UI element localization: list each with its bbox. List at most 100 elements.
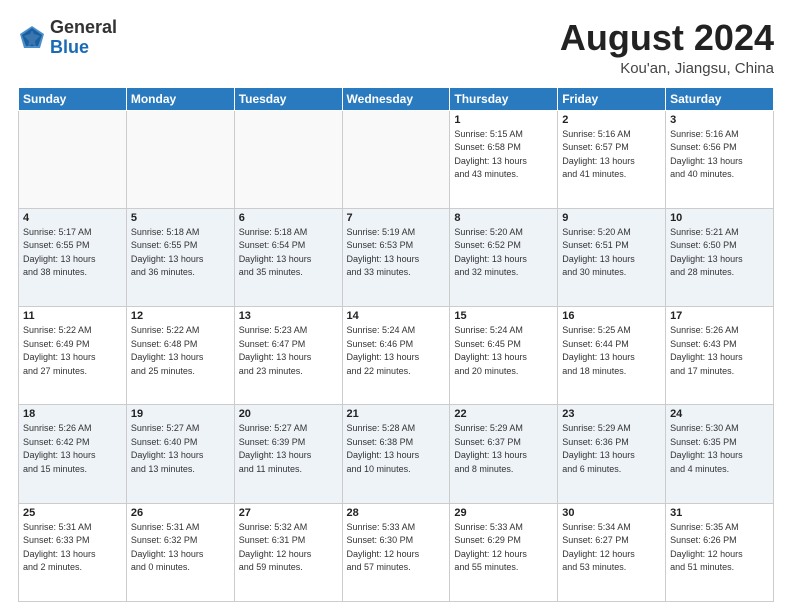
day-cell: 16 Sunrise: 5:25 AM Sunset: 6:44 PM Dayli…	[558, 307, 666, 405]
day-info: Sunrise: 5:22 AM Sunset: 6:48 PM Dayligh…	[131, 324, 230, 378]
day-info: Sunrise: 5:33 AM Sunset: 6:29 PM Dayligh…	[454, 521, 553, 575]
day-cell: 8 Sunrise: 5:20 AM Sunset: 6:52 PM Daylig…	[450, 208, 558, 306]
day-cell	[126, 110, 234, 208]
day-info: Sunrise: 5:15 AM Sunset: 6:58 PM Dayligh…	[454, 128, 553, 182]
day-cell: 23Sunrise: 5:29 AM Sunset: 6:36 PM Dayli…	[558, 405, 666, 503]
day-info: Sunrise: 5:34 AM Sunset: 6:27 PM Dayligh…	[562, 521, 661, 575]
day-info: Sunrise: 5:21 AM Sunset: 6:50 PM Dayligh…	[670, 226, 769, 280]
day-cell: 12Sunrise: 5:22 AM Sunset: 6:48 PM Dayli…	[126, 307, 234, 405]
day-info: Sunrise: 5:20 AM Sunset: 6:52 PM Dayligh…	[454, 226, 553, 280]
day-cell: 10 Sunrise: 5:21 AM Sunset: 6:50 PM Dayli…	[666, 208, 774, 306]
day-info: Sunrise: 5:31 AM Sunset: 6:32 PM Dayligh…	[131, 521, 230, 575]
day-info: Sunrise: 5:25 AM Sunset: 6:44 PM Dayligh…	[562, 324, 661, 378]
header: General Blue August 2024 Kou'an, Jiangsu…	[18, 18, 774, 77]
day-cell: 13 Sunrise: 5:23 AM Sunset: 6:47 PM Dayli…	[234, 307, 342, 405]
location: Kou'an, Jiangsu, China	[560, 60, 774, 77]
day-cell: 15 Sunrise: 5:24 AM Sunset: 6:45 PM Dayli…	[450, 307, 558, 405]
col-header-tuesday: Tuesday	[234, 87, 342, 110]
day-number: 6	[239, 212, 338, 224]
day-number: 22	[454, 408, 553, 420]
day-info: Sunrise: 5:31 AM Sunset: 6:33 PM Dayligh…	[23, 521, 122, 575]
day-number: 14	[347, 310, 446, 322]
day-cell	[234, 110, 342, 208]
day-cell: 2 Sunrise: 5:16 AM Sunset: 6:57 PM Daylig…	[558, 110, 666, 208]
day-cell: 22 Sunrise: 5:29 AM Sunset: 6:37 PM Dayli…	[450, 405, 558, 503]
day-cell: 3 Sunrise: 5:16 AM Sunset: 6:56 PM Daylig…	[666, 110, 774, 208]
day-cell: 18Sunrise: 5:26 AM Sunset: 6:42 PM Dayli…	[19, 405, 127, 503]
day-info: Sunrise: 5:19 AM Sunset: 6:53 PM Dayligh…	[347, 226, 446, 280]
day-cell: 28 Sunrise: 5:33 AM Sunset: 6:30 PM Dayli…	[342, 503, 450, 601]
day-number: 10	[670, 212, 769, 224]
day-info: Sunrise: 5:29 AM Sunset: 6:37 PM Dayligh…	[454, 422, 553, 476]
day-number: 7	[347, 212, 446, 224]
day-number: 24	[670, 408, 769, 420]
col-header-thursday: Thursday	[450, 87, 558, 110]
day-cell: 14Sunrise: 5:24 AM Sunset: 6:46 PM Dayli…	[342, 307, 450, 405]
logo-text: General Blue	[50, 18, 117, 58]
day-info: Sunrise: 5:35 AM Sunset: 6:26 PM Dayligh…	[670, 521, 769, 575]
day-cell	[19, 110, 127, 208]
col-header-friday: Friday	[558, 87, 666, 110]
day-number: 13	[239, 310, 338, 322]
calendar: SundayMondayTuesdayWednesdayThursdayFrid…	[18, 87, 774, 602]
day-cell: 21 Sunrise: 5:28 AM Sunset: 6:38 PM Dayli…	[342, 405, 450, 503]
day-info: Sunrise: 5:20 AM Sunset: 6:51 PM Dayligh…	[562, 226, 661, 280]
logo: General Blue	[18, 18, 117, 58]
day-cell: 30 Sunrise: 5:34 AM Sunset: 6:27 PM Dayli…	[558, 503, 666, 601]
day-info: Sunrise: 5:18 AM Sunset: 6:54 PM Dayligh…	[239, 226, 338, 280]
day-info: Sunrise: 5:22 AM Sunset: 6:49 PM Dayligh…	[23, 324, 122, 378]
day-number: 15	[454, 310, 553, 322]
calendar-header-row: SundayMondayTuesdayWednesdayThursdayFrid…	[19, 87, 774, 110]
day-cell: 25Sunrise: 5:31 AM Sunset: 6:33 PM Dayli…	[19, 503, 127, 601]
day-number: 30	[562, 507, 661, 519]
week-row-1: 1Sunrise: 5:15 AM Sunset: 6:58 PM Daylig…	[19, 110, 774, 208]
day-info: Sunrise: 5:26 AM Sunset: 6:43 PM Dayligh…	[670, 324, 769, 378]
day-number: 17	[670, 310, 769, 322]
day-number: 2	[562, 114, 661, 126]
col-header-monday: Monday	[126, 87, 234, 110]
day-number: 5	[131, 212, 230, 224]
logo-blue: Blue	[50, 37, 89, 57]
day-info: Sunrise: 5:23 AM Sunset: 6:47 PM Dayligh…	[239, 324, 338, 378]
day-cell: 20Sunrise: 5:27 AM Sunset: 6:39 PM Dayli…	[234, 405, 342, 503]
day-info: Sunrise: 5:27 AM Sunset: 6:40 PM Dayligh…	[131, 422, 230, 476]
day-cell: 4 Sunrise: 5:17 AM Sunset: 6:55 PM Daylig…	[19, 208, 127, 306]
week-row-4: 18Sunrise: 5:26 AM Sunset: 6:42 PM Dayli…	[19, 405, 774, 503]
day-info: Sunrise: 5:28 AM Sunset: 6:38 PM Dayligh…	[347, 422, 446, 476]
day-cell: 9 Sunrise: 5:20 AM Sunset: 6:51 PM Daylig…	[558, 208, 666, 306]
day-number: 4	[23, 212, 122, 224]
day-number: 8	[454, 212, 553, 224]
logo-general: General	[50, 17, 117, 37]
day-info: Sunrise: 5:16 AM Sunset: 6:56 PM Dayligh…	[670, 128, 769, 182]
col-header-wednesday: Wednesday	[342, 87, 450, 110]
day-info: Sunrise: 5:16 AM Sunset: 6:57 PM Dayligh…	[562, 128, 661, 182]
title-block: August 2024 Kou'an, Jiangsu, China	[560, 18, 774, 77]
day-number: 3	[670, 114, 769, 126]
day-cell: 24Sunrise: 5:30 AM Sunset: 6:35 PM Dayli…	[666, 405, 774, 503]
day-cell: 29 Sunrise: 5:33 AM Sunset: 6:29 PM Dayli…	[450, 503, 558, 601]
day-info: Sunrise: 5:27 AM Sunset: 6:39 PM Dayligh…	[239, 422, 338, 476]
day-cell: 1Sunrise: 5:15 AM Sunset: 6:58 PM Daylig…	[450, 110, 558, 208]
day-number: 21	[347, 408, 446, 420]
day-number: 26	[131, 507, 230, 519]
day-info: Sunrise: 5:33 AM Sunset: 6:30 PM Dayligh…	[347, 521, 446, 575]
day-number: 19	[131, 408, 230, 420]
day-number: 16	[562, 310, 661, 322]
day-number: 9	[562, 212, 661, 224]
day-number: 11	[23, 310, 122, 322]
day-number: 28	[347, 507, 446, 519]
logo-icon	[18, 24, 46, 52]
day-number: 23	[562, 408, 661, 420]
week-row-2: 4 Sunrise: 5:17 AM Sunset: 6:55 PM Daylig…	[19, 208, 774, 306]
day-info: Sunrise: 5:17 AM Sunset: 6:55 PM Dayligh…	[23, 226, 122, 280]
day-number: 29	[454, 507, 553, 519]
day-cell: 27Sunrise: 5:32 AM Sunset: 6:31 PM Dayli…	[234, 503, 342, 601]
page: General Blue August 2024 Kou'an, Jiangsu…	[0, 0, 792, 612]
day-cell: 7 Sunrise: 5:19 AM Sunset: 6:53 PM Daylig…	[342, 208, 450, 306]
week-row-3: 11 Sunrise: 5:22 AM Sunset: 6:49 PM Dayli…	[19, 307, 774, 405]
day-info: Sunrise: 5:24 AM Sunset: 6:45 PM Dayligh…	[454, 324, 553, 378]
day-cell: 19 Sunrise: 5:27 AM Sunset: 6:40 PM Dayli…	[126, 405, 234, 503]
col-header-sunday: Sunday	[19, 87, 127, 110]
day-cell: 11 Sunrise: 5:22 AM Sunset: 6:49 PM Dayli…	[19, 307, 127, 405]
day-cell	[342, 110, 450, 208]
